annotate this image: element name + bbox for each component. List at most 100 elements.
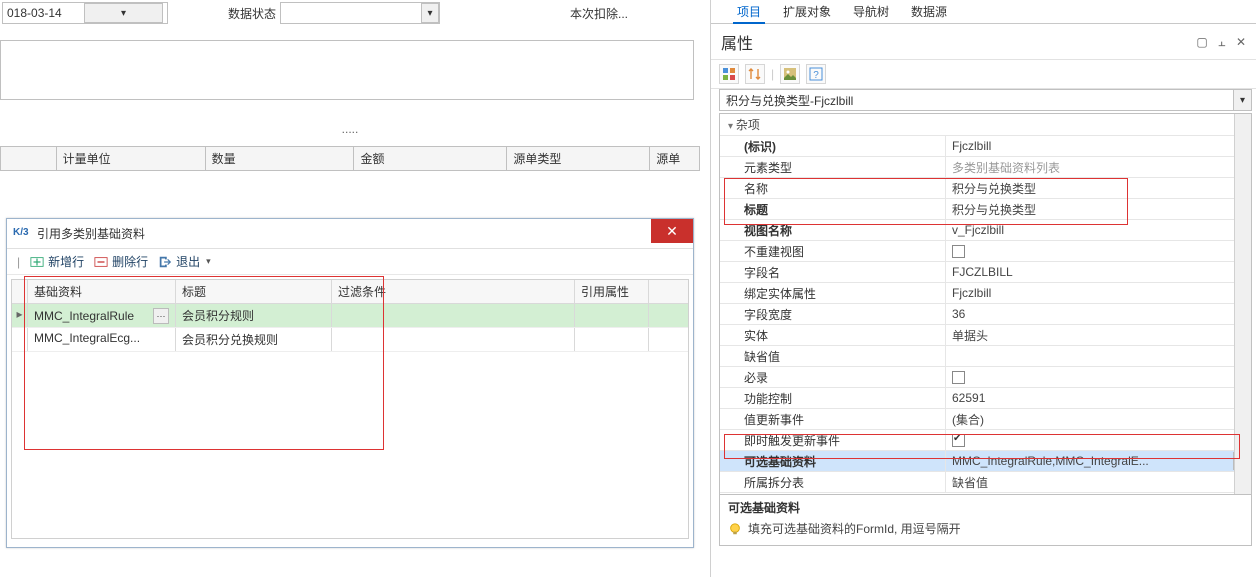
property-row[interactable]: 必录: [720, 367, 1251, 388]
svg-text:?: ?: [813, 70, 819, 81]
delete-row-icon: [94, 255, 108, 269]
chevron-down-icon[interactable]: ▾: [421, 3, 439, 23]
image-icon[interactable]: [780, 64, 800, 84]
exit-button[interactable]: 退出 ▾: [158, 253, 211, 270]
property-key: (标识): [720, 136, 946, 156]
property-key: 必录: [720, 367, 946, 387]
chevron-down-icon[interactable]: ▾: [1233, 90, 1251, 110]
property-row[interactable]: 可选基础资料MMC_IntegralRule,MMC_IntegralE...·…: [720, 451, 1251, 472]
col-basedata: 基础资料: [28, 280, 176, 303]
tab-nav[interactable]: 导航树: [849, 0, 893, 23]
property-key: 名称: [720, 178, 946, 198]
property-value[interactable]: 单据头: [946, 325, 1251, 345]
property-row[interactable]: 标题积分与兑换类型: [720, 199, 1251, 220]
property-key: 即时触发更新事件: [720, 430, 946, 450]
exit-icon: [158, 255, 172, 269]
property-row[interactable]: 视图名称v_Fjczlbill: [720, 220, 1251, 241]
tab-project[interactable]: 项目: [733, 0, 765, 23]
property-value[interactable]: 多类别基础资料列表: [946, 157, 1251, 177]
table-row[interactable]: ▸ MMC_IntegralRule ··· 会员积分规则: [12, 304, 688, 328]
status-combo[interactable]: ▾: [280, 2, 440, 24]
property-row[interactable]: 绑定实体属性Fjczlbill: [720, 283, 1251, 304]
property-row[interactable]: 即时触发更新事件: [720, 430, 1251, 451]
property-key: 不重建视图: [720, 241, 946, 261]
property-value[interactable]: v_Fjczlbill: [946, 220, 1251, 240]
property-key: 缺省值: [720, 346, 946, 366]
col-qty: 数量: [206, 147, 355, 170]
desc-title: 可选基础资料: [728, 499, 1243, 516]
tab-ds[interactable]: 数据源: [907, 0, 951, 23]
scrollbar[interactable]: [1234, 114, 1251, 494]
chevron-down-icon[interactable]: ▾: [84, 3, 163, 23]
window-minimize-icon[interactable]: ▢: [1196, 35, 1207, 49]
property-key: 字段宽度: [720, 304, 946, 324]
status-label: 数据状态: [228, 5, 276, 22]
add-row-button[interactable]: 新增行: [30, 253, 84, 270]
property-row[interactable]: 名称积分与兑换类型: [720, 178, 1251, 199]
property-value[interactable]: 积分与兑换类型: [946, 178, 1251, 198]
deduct-label: 本次扣除...: [570, 5, 628, 22]
property-key: 视图名称: [720, 220, 946, 240]
property-row[interactable]: 缺省值: [720, 346, 1251, 367]
property-key: 实体: [720, 325, 946, 345]
property-value[interactable]: MMC_IntegralRule,MMC_IntegralE...···: [946, 451, 1251, 471]
property-row[interactable]: (标识)Fjczlbill: [720, 136, 1251, 157]
col-srctype: 源单类型: [507, 147, 650, 170]
checkbox[interactable]: [952, 371, 965, 384]
property-row[interactable]: 功能控制62591: [720, 388, 1251, 409]
property-key: 所属拆分表: [720, 472, 946, 492]
delete-row-button[interactable]: 删除行: [94, 253, 148, 270]
property-key: 可选基础资料: [720, 451, 946, 471]
element-selector[interactable]: 积分与兑换类型-Fjczlbill ▾: [719, 89, 1252, 111]
tab-ext[interactable]: 扩展对象: [779, 0, 835, 23]
dialog-title: 引用多类别基础资料: [37, 225, 145, 242]
property-row[interactable]: 值更新事件(集合): [720, 409, 1251, 430]
property-value[interactable]: [946, 430, 1251, 450]
property-row[interactable]: 字段名FJCZLBILL: [720, 262, 1251, 283]
checkbox[interactable]: [952, 245, 965, 258]
property-value[interactable]: [946, 241, 1251, 261]
dialog-multicategory: K/3 引用多类别基础资料 ✕ | 新增行 删除行 退出 ▾ 基础资料: [6, 218, 694, 548]
property-value[interactable]: 62591: [946, 388, 1251, 408]
property-key: 功能控制: [720, 388, 946, 408]
multiline-input[interactable]: [0, 40, 694, 100]
property-row[interactable]: 元素类型多类别基础资料列表: [720, 157, 1251, 178]
col-amount: 金额: [354, 147, 507, 170]
grid-header: 计量单位 数量 金额 源单类型 源单: [0, 146, 700, 171]
info-icon[interactable]: ?: [806, 64, 826, 84]
description-panel: 可选基础资料 填充可选基础资料的FormId, 用逗号隔开: [719, 495, 1252, 546]
section-header[interactable]: 杂项: [720, 114, 1251, 136]
window-pin-icon[interactable]: ⫠: [1218, 35, 1225, 49]
property-key: 值更新事件: [720, 409, 946, 429]
col-refprop: 引用属性: [575, 280, 649, 303]
add-row-icon: [30, 255, 44, 269]
property-row[interactable]: 字段宽度36: [720, 304, 1251, 325]
property-row[interactable]: 实体单据头: [720, 325, 1251, 346]
chevron-down-icon: ▾: [206, 256, 211, 267]
property-value[interactable]: Fjczlbill: [946, 283, 1251, 303]
close-button[interactable]: ✕: [651, 219, 693, 243]
property-value[interactable]: 缺省值: [946, 472, 1251, 492]
ellipsis: .....: [0, 122, 700, 136]
property-key: 标题: [720, 199, 946, 219]
date-input[interactable]: 018-03-14 ▾: [2, 2, 168, 24]
tab-bar: 项目 扩展对象 导航树 数据源: [711, 0, 1256, 24]
property-value[interactable]: 积分与兑换类型: [946, 199, 1251, 219]
checkbox[interactable]: [952, 434, 965, 447]
property-key: 绑定实体属性: [720, 283, 946, 303]
categorize-icon[interactable]: [719, 64, 739, 84]
property-value[interactable]: [946, 367, 1251, 387]
sort-icon[interactable]: [745, 64, 765, 84]
property-row[interactable]: 不重建视图: [720, 241, 1251, 262]
ellipsis-button[interactable]: ···: [153, 308, 169, 324]
panel-title-text: 属性: [721, 30, 753, 54]
property-value[interactable]: Fjczlbill: [946, 136, 1251, 156]
property-row[interactable]: 所属拆分表缺省值: [720, 472, 1251, 493]
property-value[interactable]: [946, 346, 1251, 366]
table-row[interactable]: MMC_IntegralEcg... 会员积分兑换规则: [12, 328, 688, 352]
panel-header: 属性 ▢ ⫠ ✕: [711, 24, 1256, 60]
property-value[interactable]: 36: [946, 304, 1251, 324]
window-close-icon[interactable]: ✕: [1236, 35, 1246, 49]
property-value[interactable]: FJCZLBILL: [946, 262, 1251, 282]
property-value[interactable]: (集合): [946, 409, 1251, 429]
